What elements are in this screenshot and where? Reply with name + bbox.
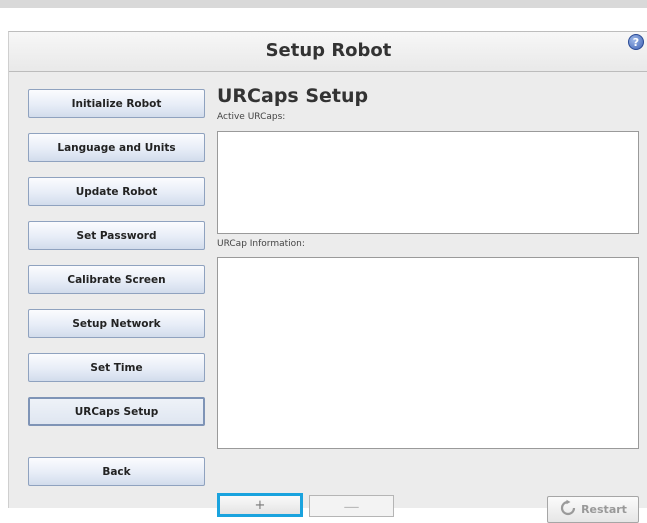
set-time-button[interactable]: Set Time (28, 353, 205, 382)
initialize-robot-button[interactable]: Initialize Robot (28, 89, 205, 118)
remove-urcap-button[interactable]: — (309, 495, 394, 517)
set-password-button[interactable]: Set Password (28, 221, 205, 250)
page-title: Setup Robot (265, 40, 392, 61)
back-button[interactable]: Back (28, 457, 205, 486)
restart-label: Restart (581, 503, 627, 516)
setup-robot-window: Setup Robot ? Initialize Robot Language … (8, 31, 647, 523)
plus-icon: + (254, 497, 266, 513)
urcap-information-panel (217, 257, 639, 449)
active-urcaps-list[interactable] (217, 131, 639, 234)
active-urcaps-label: Active URCaps: (217, 112, 286, 122)
urcap-information-label: URCap Information: (217, 239, 305, 249)
section-title: URCaps Setup (217, 85, 369, 107)
header: Setup Robot ? (9, 32, 647, 72)
setup-network-button[interactable]: Setup Network (28, 309, 205, 338)
add-urcap-button[interactable]: + (217, 493, 303, 517)
update-robot-button[interactable]: Update Robot (28, 177, 205, 206)
urcaps-setup-button[interactable]: URCaps Setup (28, 397, 205, 426)
top-bar (0, 0, 647, 8)
calibrate-screen-button[interactable]: Calibrate Screen (28, 265, 205, 294)
language-and-units-button[interactable]: Language and Units (28, 133, 205, 162)
restart-button[interactable]: Restart (547, 496, 639, 523)
restart-icon (559, 499, 577, 520)
minus-icon: — (343, 496, 360, 516)
help-icon[interactable]: ? (628, 34, 644, 50)
